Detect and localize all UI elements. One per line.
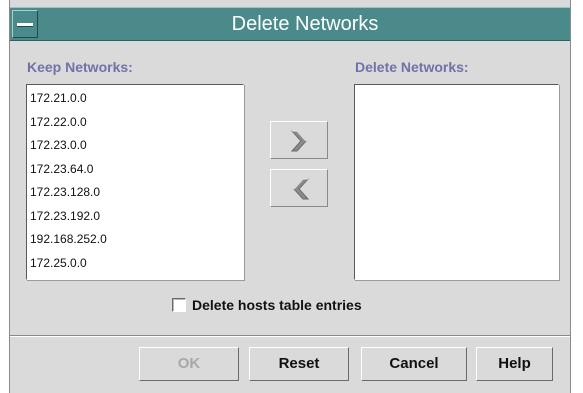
list-item[interactable]: 172.21.0.0: [27, 87, 243, 111]
keep-networks-label: Keep Networks:: [27, 59, 133, 75]
delete-hosts-label[interactable]: Delete hosts table entries: [192, 296, 362, 314]
move-to-keep-button[interactable]: [270, 169, 328, 207]
window-menu-button[interactable]: [12, 10, 38, 38]
delete-networks-dialog: Delete Networks Keep Networks: Delete Ne…: [9, 0, 571, 393]
ok-button[interactable]: OK: [139, 347, 239, 381]
double-chevron-left-icon: [293, 178, 309, 200]
list-item[interactable]: 172.23.0.0: [27, 134, 243, 158]
delete-networks-label: Delete Networks:: [355, 59, 469, 75]
keep-networks-list[interactable]: 172.21.0.0 172.22.0.0 172.23.0.0 172.23.…: [26, 84, 244, 280]
delete-hosts-checkbox[interactable]: [172, 298, 186, 312]
list-item[interactable]: 192.168.252.0: [27, 228, 243, 252]
list-item[interactable]: 172.23.128.0: [27, 181, 243, 205]
move-to-delete-button[interactable]: [270, 121, 328, 159]
list-item[interactable]: 172.25.0.0: [27, 252, 243, 276]
title-bar[interactable]: Delete Networks: [10, 7, 570, 41]
window-menu-icon: [17, 23, 33, 27]
list-item[interactable]: 172.23.64.0: [27, 158, 243, 182]
cancel-button[interactable]: Cancel: [361, 347, 467, 381]
list-item[interactable]: 172.22.0.0: [27, 111, 243, 135]
list-item[interactable]: 172.23.192.0: [27, 205, 243, 229]
reset-button[interactable]: Reset: [249, 347, 349, 381]
double-chevron-right-icon: [291, 130, 307, 152]
help-button[interactable]: Help: [476, 347, 553, 381]
delete-networks-list[interactable]: [354, 84, 559, 280]
button-separator: [10, 335, 570, 337]
window-title: Delete Networks: [231, 13, 379, 35]
